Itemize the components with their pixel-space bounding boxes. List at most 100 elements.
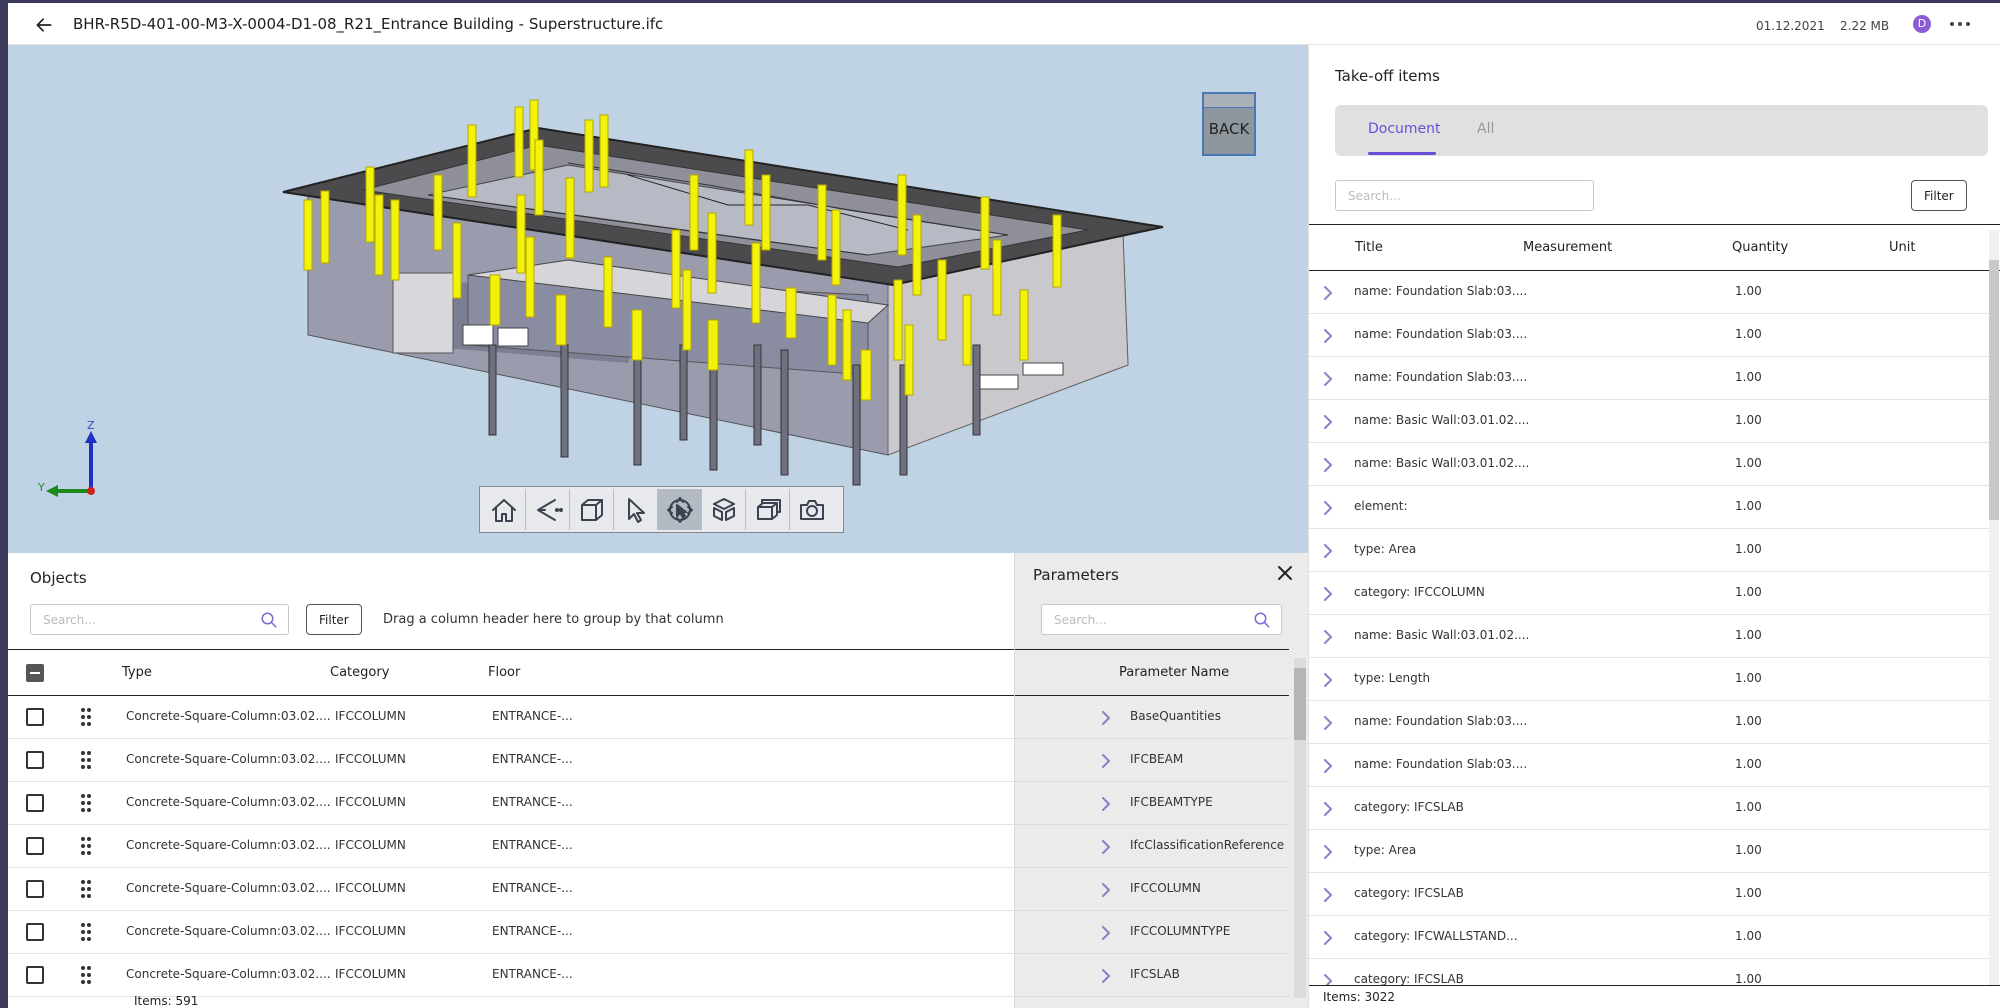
row-checkbox[interactable]: [26, 923, 44, 941]
table-row[interactable]: Concrete-Square-Column:03.02.... IFCCOLUM…: [8, 954, 1014, 997]
chevron-right-icon[interactable]: [1101, 797, 1111, 811]
drag-handle-icon[interactable]: [80, 836, 92, 856]
drag-handle-icon[interactable]: [80, 922, 92, 942]
model-viewer[interactable]: BACK Z Y: [8, 45, 1308, 553]
takeoff-row[interactable]: category: IFCSLAB 1.00: [1309, 787, 1989, 830]
chevron-right-icon[interactable]: [1101, 711, 1111, 725]
chevron-right-icon[interactable]: [1101, 969, 1111, 983]
row-checkbox[interactable]: [26, 837, 44, 855]
chevron-right-icon[interactable]: [1323, 544, 1333, 558]
takeoff-scrollbar[interactable]: [1989, 230, 1999, 1008]
takeoff-row[interactable]: category: IFCSLAB 1.00: [1309, 873, 1989, 916]
parameter-row[interactable]: IFCBEAMTYPE: [1015, 782, 1289, 825]
takeoff-row[interactable]: name: Foundation Slab:03.... 1.00: [1309, 357, 1989, 400]
chevron-right-icon[interactable]: [1323, 888, 1333, 902]
arrow-left-icon[interactable]: [34, 15, 54, 35]
more-horizontal-icon[interactable]: [1948, 17, 1972, 31]
orbit-button[interactable]: [658, 489, 702, 530]
search-icon[interactable]: [260, 611, 278, 629]
takeoff-scroll-thumb[interactable]: [1989, 260, 1999, 520]
takeoff-row[interactable]: name: Basic Wall:03.01.02.... 1.00: [1309, 615, 1989, 658]
group-by-hint[interactable]: Drag a column header here to group by th…: [383, 612, 724, 627]
column-header-quantity[interactable]: Quantity: [1732, 240, 1788, 255]
parameter-row[interactable]: IfcClassificationReference: [1015, 825, 1289, 868]
takeoff-row[interactable]: category: IFCCOLUMN 1.00: [1309, 572, 1989, 615]
drag-handle-icon[interactable]: [80, 965, 92, 985]
parameter-row[interactable]: IFCCOLUMN: [1015, 868, 1289, 911]
screenshot-button[interactable]: [790, 489, 834, 530]
row-checkbox[interactable]: [26, 966, 44, 984]
chevron-right-icon[interactable]: [1323, 501, 1333, 515]
table-row[interactable]: Concrete-Square-Column:03.02.... IFCCOLUM…: [8, 825, 1014, 868]
drag-handle-icon[interactable]: [80, 707, 92, 727]
column-header-floor[interactable]: Floor: [488, 665, 520, 680]
table-row[interactable]: Concrete-Square-Column:03.02.... IFCCOLUM…: [8, 911, 1014, 954]
parameter-row[interactable]: IFCCOLUMNTYPE: [1015, 911, 1289, 954]
select-all-checkbox[interactable]: [26, 664, 44, 682]
parameters-scrollbar[interactable]: [1294, 658, 1306, 998]
takeoff-search-input[interactable]: [1336, 181, 1542, 210]
user-avatar[interactable]: D: [1913, 15, 1931, 33]
chevron-right-icon[interactable]: [1323, 286, 1333, 300]
chevron-right-icon[interactable]: [1323, 931, 1333, 945]
column-header-measurement[interactable]: Measurement: [1523, 240, 1612, 255]
drag-handle-icon[interactable]: [80, 793, 92, 813]
chevron-right-icon[interactable]: [1101, 754, 1111, 768]
home-button[interactable]: [482, 489, 526, 530]
column-header-parameter-name[interactable]: Parameter Name: [1119, 665, 1229, 680]
chevron-right-icon[interactable]: [1323, 587, 1333, 601]
view-cube-top[interactable]: [1204, 94, 1254, 108]
takeoff-row[interactable]: name: Foundation Slab:03.... 1.00: [1309, 271, 1989, 314]
parameter-row[interactable]: BaseQuantities: [1015, 696, 1289, 739]
fov-button[interactable]: [526, 489, 570, 530]
takeoff-row[interactable]: category: IFCWALLSTAND... 1.00: [1309, 916, 1989, 959]
takeoff-row[interactable]: element: 1.00: [1309, 486, 1989, 529]
chevron-right-icon[interactable]: [1323, 716, 1333, 730]
takeoff-row[interactable]: type: Length 1.00: [1309, 658, 1989, 701]
chevron-right-icon[interactable]: [1323, 845, 1333, 859]
chevron-right-icon[interactable]: [1323, 458, 1333, 472]
column-header-title[interactable]: Title: [1355, 240, 1383, 255]
view-cube[interactable]: BACK: [1202, 92, 1256, 156]
takeoff-filter-button[interactable]: Filter: [1911, 180, 1967, 211]
takeoff-row[interactable]: type: Area 1.00: [1309, 830, 1989, 873]
select-button[interactable]: [614, 489, 658, 530]
explode-button[interactable]: [702, 489, 746, 530]
takeoff-row[interactable]: type: Area 1.00: [1309, 529, 1989, 572]
chevron-right-icon[interactable]: [1323, 415, 1333, 429]
drag-handle-icon[interactable]: [80, 750, 92, 770]
column-header-category[interactable]: Category: [330, 665, 389, 680]
takeoff-row[interactable]: name: Foundation Slab:03.... 1.00: [1309, 701, 1989, 744]
row-checkbox[interactable]: [26, 751, 44, 769]
chevron-right-icon[interactable]: [1323, 630, 1333, 644]
objects-search-input[interactable]: [31, 605, 237, 634]
chevron-right-icon[interactable]: [1323, 673, 1333, 687]
search-icon[interactable]: [1253, 611, 1271, 629]
chevron-right-icon[interactable]: [1101, 883, 1111, 897]
section-box-button[interactable]: [746, 489, 790, 530]
parameter-row[interactable]: IFCSLAB: [1015, 954, 1289, 997]
parameters-search-input[interactable]: [1042, 605, 1234, 634]
parameters-scroll-thumb[interactable]: [1294, 668, 1306, 740]
column-header-type[interactable]: Type: [122, 665, 152, 680]
objects-filter-button[interactable]: Filter: [306, 604, 362, 635]
table-row[interactable]: Concrete-Square-Column:03.02.... IFCCOLUM…: [8, 868, 1014, 911]
building-model[interactable]: [8, 45, 1308, 553]
takeoff-row[interactable]: name: Basic Wall:03.01.02.... 1.00: [1309, 400, 1989, 443]
table-row[interactable]: Concrete-Square-Column:03.02.... IFCCOLUM…: [8, 739, 1014, 782]
parameter-row[interactable]: IFCBEAM: [1015, 739, 1289, 782]
tab-document[interactable]: Document: [1368, 121, 1441, 137]
chevron-right-icon[interactable]: [1323, 372, 1333, 386]
chevron-right-icon[interactable]: [1323, 329, 1333, 343]
chevron-right-icon[interactable]: [1101, 840, 1111, 854]
table-row[interactable]: Concrete-Square-Column:03.02.... IFCCOLUM…: [8, 696, 1014, 739]
chevron-right-icon[interactable]: [1323, 802, 1333, 816]
row-checkbox[interactable]: [26, 794, 44, 812]
chevron-right-icon[interactable]: [1101, 926, 1111, 940]
takeoff-row[interactable]: name: Foundation Slab:03.... 1.00: [1309, 314, 1989, 357]
row-checkbox[interactable]: [26, 880, 44, 898]
close-icon[interactable]: [1277, 565, 1293, 581]
takeoff-row[interactable]: name: Foundation Slab:03.... 1.00: [1309, 744, 1989, 787]
column-header-unit[interactable]: Unit: [1889, 240, 1915, 255]
tab-all[interactable]: All: [1477, 121, 1494, 137]
